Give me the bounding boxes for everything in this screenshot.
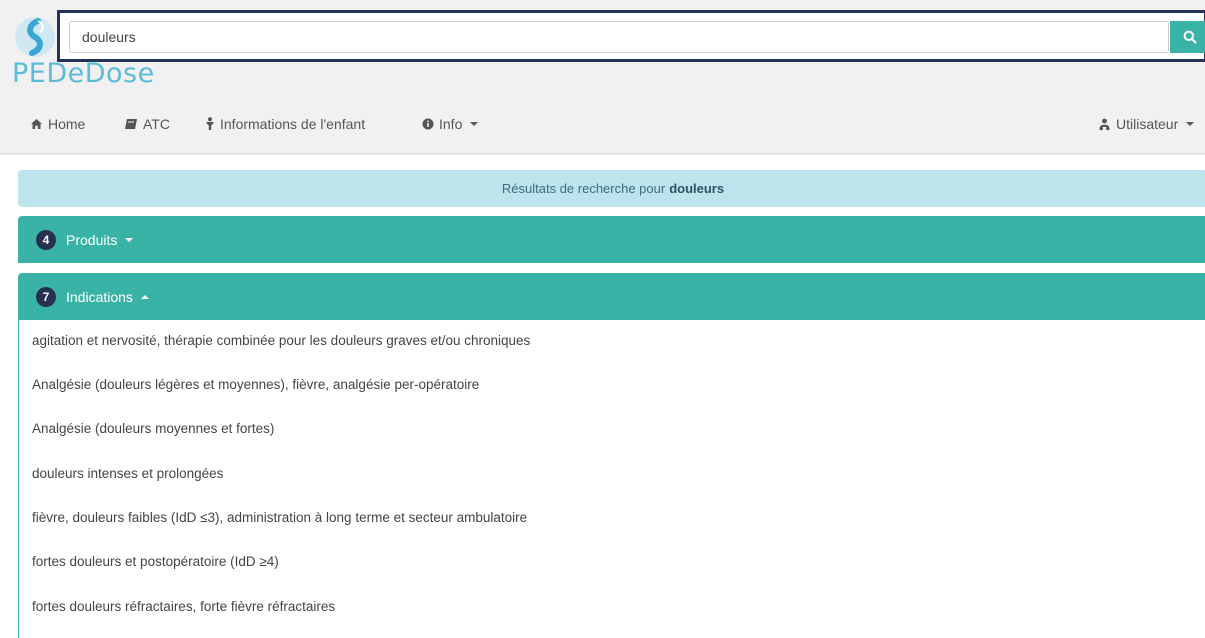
chevron-up-icon — [140, 294, 149, 299]
users-icon — [1099, 118, 1110, 130]
chevron-down-icon — [1186, 122, 1195, 126]
list-item[interactable]: Analgésie (douleurs légères et moyennes)… — [32, 377, 479, 392]
panel-produits-header[interactable]: 4 Produits — [18, 216, 1205, 263]
user-menu-label: Utilisateur — [1116, 116, 1179, 132]
app-logo-icon[interactable] — [14, 15, 56, 59]
book-icon — [125, 119, 137, 129]
chevron-down-icon — [125, 237, 134, 242]
list-item[interactable]: Analgésie (douleurs moyennes et fortes) — [32, 421, 274, 436]
banner-query: douleurs — [669, 181, 725, 196]
panel-produits-label: Produits — [66, 231, 118, 248]
search-input[interactable] — [69, 21, 1169, 53]
produits-count-badge: 4 — [36, 229, 56, 250]
search-icon — [1183, 30, 1197, 44]
search-button[interactable] — [1170, 21, 1205, 53]
nav-atc[interactable]: ATC — [124, 116, 170, 132]
home-icon — [31, 119, 42, 129]
nav-info-dropdown[interactable]: Info — [422, 116, 479, 132]
user-menu[interactable]: Utilisateur — [1098, 116, 1195, 132]
nav-home[interactable]: Home — [30, 116, 85, 132]
list-item[interactable]: fortes douleurs réfractaires, forte fièv… — [32, 599, 335, 614]
nav-child-info-label: Informations de l'enfant — [220, 116, 366, 132]
search-results-banner: Résultats de recherche pour douleurs — [18, 170, 1205, 207]
panel-indications-label: Indications — [66, 288, 133, 305]
app-logo-text[interactable]: PEDeDose — [12, 58, 155, 89]
info-icon — [422, 118, 434, 130]
nav-atc-label: ATC — [143, 116, 170, 132]
top-bar: PEDeDose Home ATC — [0, 0, 1205, 155]
child-icon — [206, 117, 214, 130]
main-nav: Home ATC Informations de l'enfant Info U… — [0, 106, 1205, 146]
nav-divider — [0, 153, 1205, 154]
list-item[interactable]: fortes douleurs et postopératoire (IdD ≥… — [32, 554, 279, 569]
search-bar — [57, 10, 1205, 62]
nav-info-label: Info — [439, 116, 463, 132]
nav-home-label: Home — [48, 116, 86, 132]
indications-count-badge: 7 — [36, 286, 56, 307]
list-item[interactable]: fièvre, douleurs faibles (IdD ≤3), admin… — [32, 510, 527, 525]
list-item[interactable]: agitation et nervosité, thérapie combiné… — [32, 333, 530, 348]
indications-list: agitation et nervosité, thérapie combiné… — [18, 320, 1205, 638]
nav-child-info[interactable]: Informations de l'enfant — [205, 116, 365, 132]
chevron-down-icon — [470, 122, 479, 126]
panel-indications-header[interactable]: 7 Indications — [18, 273, 1205, 320]
banner-prefix: Résultats de recherche pour — [501, 181, 666, 196]
list-item[interactable]: douleurs intenses et prolongées — [32, 466, 223, 481]
